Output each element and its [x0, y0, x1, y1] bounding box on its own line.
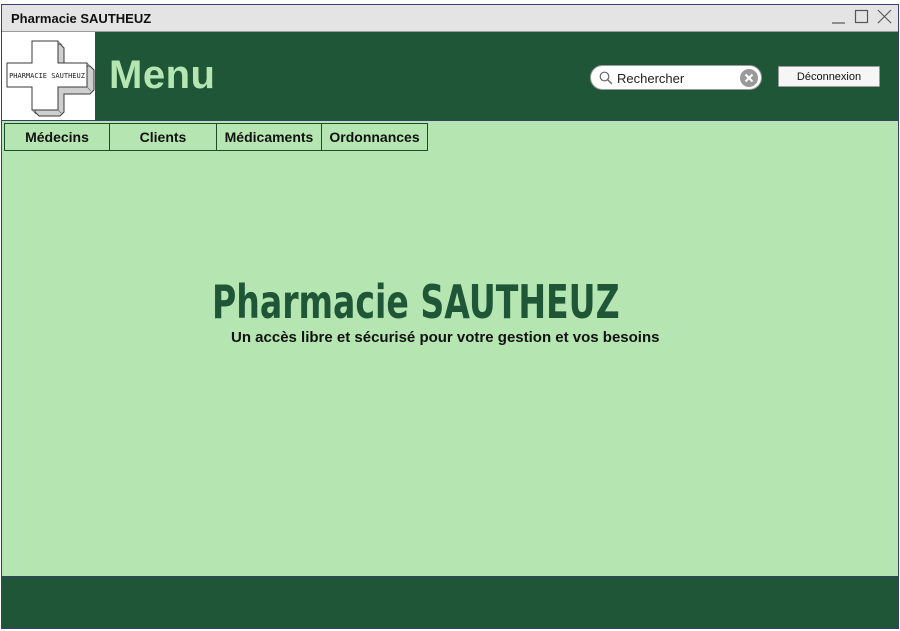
window-title: Pharmacie SAUTHEUZ — [11, 11, 152, 26]
search-icon — [599, 71, 613, 85]
logo-text: PHARMACIE SAUTHEUZ — [9, 72, 85, 80]
hero-title: Pharmacie SAUTHEUZ — [212, 275, 620, 329]
tab-medecins[interactable]: Médecins — [4, 123, 110, 151]
maximize-button[interactable] — [854, 8, 869, 26]
window-controls — [831, 8, 892, 26]
tab-clients[interactable]: Clients — [109, 123, 217, 151]
clear-icon[interactable] — [739, 68, 759, 88]
app-footer — [2, 576, 898, 628]
close-icon — [877, 9, 892, 24]
close-button[interactable] — [877, 8, 892, 26]
tab-medicaments[interactable]: Médicaments — [216, 123, 322, 151]
page-title: Menu — [109, 53, 216, 97]
maximize-icon — [854, 9, 869, 24]
search-input[interactable] — [617, 69, 735, 87]
minimize-icon — [832, 22, 845, 24]
app-window: Pharmacie SAUTHEUZ PHARMACIE SAUTHEUZ Me… — [1, 4, 899, 629]
hero-subtitle: Un accès libre et sécurisé pour votre ge… — [231, 329, 660, 346]
logo-container: PHARMACIE SAUTHEUZ — [2, 32, 96, 120]
title-bar: Pharmacie SAUTHEUZ — [2, 5, 898, 32]
tab-ordonnances[interactable]: Ordonnances — [321, 123, 428, 151]
app-header: PHARMACIE SAUTHEUZ Menu Déconnexion — [2, 32, 898, 121]
logout-button[interactable]: Déconnexion — [778, 66, 880, 87]
main-tabs: Médecins Clients Médicaments Ordonnances — [4, 123, 428, 151]
minimize-button[interactable] — [831, 8, 846, 26]
pharmacy-cross-logo: PHARMACIE SAUTHEUZ — [6, 40, 95, 117]
search-field[interactable] — [590, 65, 762, 90]
